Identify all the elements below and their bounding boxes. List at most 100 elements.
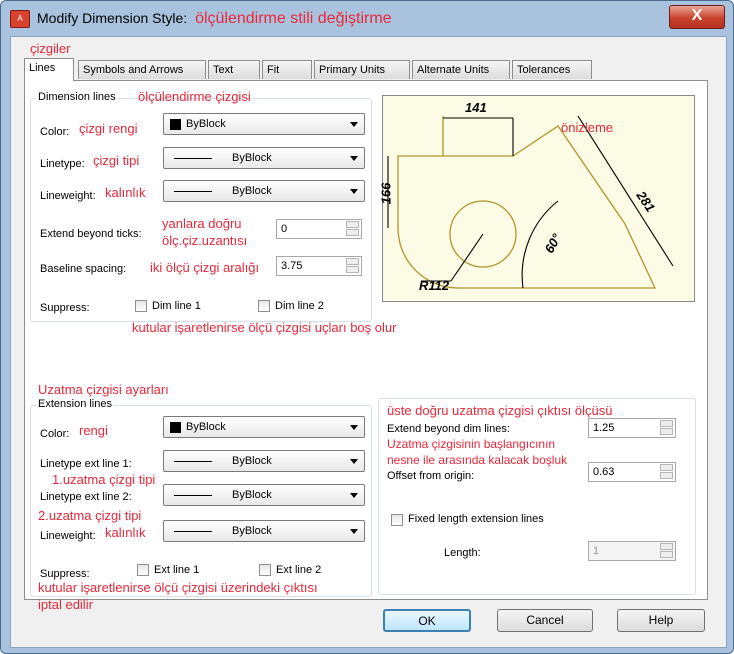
dimension-lines-note: ölçülendirme çizgisi — [138, 89, 251, 104]
dim-lineweight-label: Lineweight: — [40, 190, 96, 202]
tab-alternate-units[interactable]: Alternate Units — [412, 60, 510, 79]
spinner[interactable] — [346, 221, 360, 237]
dim-color-select[interactable]: ByBlock — [163, 113, 365, 135]
help-button[interactable]: Help — [617, 609, 705, 632]
tab-primary-units[interactable]: Primary Units — [314, 60, 410, 79]
preview-outline — [397, 125, 657, 289]
baseline-spacing-value: 3.75 — [281, 260, 303, 272]
ext-color-note: rengi — [79, 423, 108, 438]
lines-tab-annotation: çizgiler — [30, 41, 71, 56]
dim-line-1-checkbox[interactable] — [135, 300, 147, 312]
spinner[interactable] — [660, 464, 674, 480]
spin-down-icon[interactable] — [660, 472, 673, 479]
spin-down-icon[interactable] — [346, 229, 359, 236]
ext-linetype1-select[interactable]: ByBlock — [163, 450, 365, 472]
tab-text[interactable]: Text — [208, 60, 260, 79]
radius-leader — [450, 233, 484, 282]
ext-suppress-label: Suppress: — [40, 568, 90, 580]
dim-lineweight-value: ByBlock — [232, 185, 272, 197]
ext-suppress-note-1: kutular işaretlenirse ölçü çizgisi üzeri… — [38, 580, 318, 595]
ext-line-1-label: Ext line 1 — [154, 564, 200, 576]
window-title-note: ölçülendirme stili değiştirme — [195, 10, 392, 27]
linetype-sample — [174, 495, 212, 496]
close-icon: X — [691, 7, 703, 24]
extend-beyond-dim-note: üste doğru uzatma çizgisi çıktısı ölçüsü — [387, 403, 613, 418]
dim-color-label: Color: — [40, 126, 70, 138]
tab-symbols-and-arrows[interactable]: Symbols and Arrows — [78, 60, 206, 79]
ext-lineweight-label: Lineweight: — [40, 530, 96, 542]
ext-color-label: Color: — [40, 428, 70, 440]
extension-lines-title: Extension lines — [36, 398, 114, 410]
spin-down-icon[interactable] — [660, 551, 673, 558]
dim-color-value: ByBlock — [186, 118, 226, 130]
spin-up-icon[interactable] — [346, 258, 359, 265]
spin-up-icon[interactable] — [660, 464, 673, 471]
spinner[interactable] — [346, 258, 360, 274]
extend-beyond-dim-value: 1.25 — [593, 422, 615, 434]
dim-linetype-label: Linetype: — [40, 158, 85, 170]
offset-note-2: nesne ile arasında kalacak boşluk — [387, 453, 568, 467]
baseline-spacing-input[interactable]: 3.75 — [276, 256, 362, 276]
ext-linetype2-value: ByBlock — [232, 489, 272, 501]
ext-linetype1-label: Linetype ext line 1: — [40, 458, 132, 470]
extension-section-note: Uzatma çizgisi ayarları — [38, 382, 169, 397]
fixed-length-checkbox[interactable] — [391, 514, 403, 526]
spin-down-icon[interactable] — [346, 266, 359, 273]
ext-lineweight-value: ByBlock — [232, 525, 272, 537]
linetype-sample — [174, 461, 212, 462]
extend-beyond-ticks-input[interactable]: 0 — [276, 219, 362, 239]
dim-line-right — [577, 115, 674, 267]
fixed-length-label: Fixed length extension lines — [408, 513, 544, 525]
dim-suppress-note: kutular işaretlenirse ölçü çizgisi uçlar… — [132, 320, 397, 335]
ext-line-2-checkbox[interactable] — [259, 564, 271, 576]
preview-pane: önizleme 141 166 281 60° R112 — [378, 95, 695, 302]
extend-beyond-ticks-label: Extend beyond ticks: — [40, 228, 142, 240]
spin-up-icon[interactable] — [346, 221, 359, 228]
window-title: Modify Dimension Style: ölçülendirme sti… — [37, 10, 392, 28]
length-value: 1 — [593, 545, 600, 557]
autocad-app-icon: A — [10, 10, 30, 28]
dim-line-2-checkbox[interactable] — [258, 300, 270, 312]
close-button[interactable]: X — [669, 5, 725, 29]
baseline-spacing-label: Baseline spacing: — [40, 263, 127, 275]
length-input[interactable]: 1 — [588, 541, 676, 561]
extend-beyond-ticks-note-2: ölç.çiz.uzantısı — [162, 233, 248, 248]
dim-lineweight-select[interactable]: ByBlock — [163, 180, 365, 202]
spin-down-icon[interactable] — [660, 428, 673, 435]
window-title-text: Modify Dimension Style: — [37, 10, 188, 26]
tab-tolerances[interactable]: Tolerances — [512, 60, 592, 79]
baseline-spacing-note: iki ölçü çizgi aralığı — [150, 260, 260, 275]
cancel-button[interactable]: Cancel — [497, 609, 593, 632]
spin-up-icon[interactable] — [660, 543, 673, 550]
lineweight-sample — [174, 191, 212, 192]
lineweight-sample — [174, 531, 212, 532]
spin-up-icon[interactable] — [660, 420, 673, 427]
ext-linetype1-note: 1.uzatma çizgi tipi — [52, 472, 156, 487]
dim-linetype-note: çizgi tipi — [93, 153, 140, 168]
ext-line-2-label: Ext line 2 — [276, 564, 322, 576]
extend-beyond-dim-input[interactable]: 1.25 — [588, 418, 676, 438]
spinner[interactable] — [660, 543, 674, 559]
ext-line-1-checkbox[interactable] — [137, 564, 149, 576]
offset-from-origin-label: Offset from origin: — [387, 470, 475, 482]
dim-linetype-select[interactable]: ByBlock — [163, 147, 365, 169]
preview-dim-left: 166 — [378, 182, 394, 205]
offset-from-origin-value: 0.63 — [593, 466, 615, 478]
tab-lines[interactable]: Lines — [24, 58, 74, 81]
dim-color-note: çizgi rengi — [79, 121, 138, 136]
ext-suppress-note-2: iptal edilir — [38, 597, 93, 612]
ext-lineweight-select[interactable]: ByBlock — [163, 520, 365, 542]
preview-note: önizleme — [561, 120, 614, 135]
ok-button[interactable]: OK — [383, 609, 471, 632]
ext-linetype2-select[interactable]: ByBlock — [163, 484, 365, 506]
chevron-down-icon — [350, 529, 358, 534]
extend-beyond-dim-label: Extend beyond dim lines: — [387, 423, 510, 435]
ext-color-select[interactable]: ByBlock — [163, 416, 365, 438]
spinner[interactable] — [660, 420, 674, 436]
color-swatch — [170, 119, 181, 130]
offset-from-origin-input[interactable]: 0.63 — [588, 462, 676, 482]
tab-fit[interactable]: Fit — [262, 60, 312, 79]
title-bar: A Modify Dimension Style: ölçülendirme s… — [1, 1, 734, 35]
chevron-down-icon — [350, 122, 358, 127]
length-label: Length: — [444, 547, 481, 559]
